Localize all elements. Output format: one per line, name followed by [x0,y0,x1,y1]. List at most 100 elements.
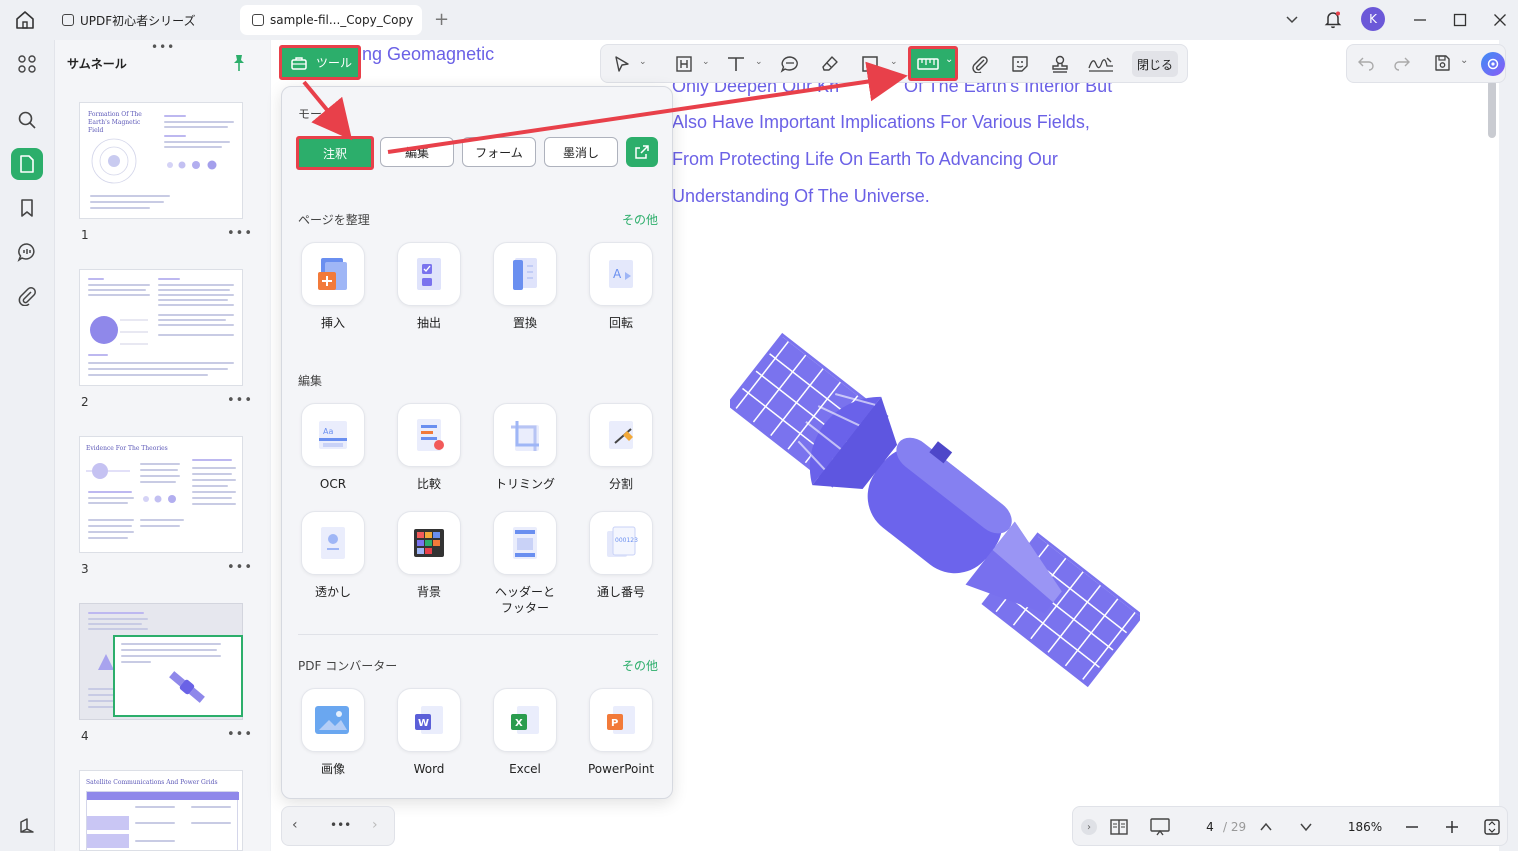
minimize-icon[interactable] [1407,8,1433,32]
ocr-tool-label: OCR [319,477,347,491]
zoom-out-icon[interactable] [1405,819,1419,838]
converter-more-link[interactable]: その他 [622,657,658,674]
insert-tool-tile[interactable] [301,242,365,306]
bates-number-tool-tile[interactable]: 000123 [589,511,653,575]
convert-image-label: 画像 [320,762,345,776]
doc-heading-fragment: ng Geomagnetic [362,44,495,64]
text-box-icon[interactable] [671,51,697,77]
layers-icon[interactable] [11,810,43,842]
background-tool-tile[interactable] [397,511,461,575]
page-layout-icon[interactable] [1109,818,1129,840]
chevron-down-icon[interactable]: ⌄ [755,57,763,67]
more-options-icon[interactable]: ••• [227,727,253,742]
toolbox-icon [291,56,307,70]
save-icon[interactable] [1433,54,1451,76]
chevron-down-icon[interactable]: ⌄ [890,57,898,67]
tools-button[interactable]: ツール [279,45,361,80]
excel-icon: X [511,706,539,734]
satellite-illustration [730,332,1140,688]
compare-tool-label: 比較 [416,477,441,491]
viewport-frame[interactable] [113,635,243,717]
undo-icon[interactable] [1357,55,1375,75]
chevron-right-icon[interactable]: › [372,817,378,833]
thumbnails-icon[interactable] [11,148,43,180]
chevron-left-icon[interactable]: ‹ [292,817,298,833]
zoom-level-field[interactable]: 186% [1339,814,1391,840]
globe-illustration [90,316,148,345]
maximize-icon[interactable] [1447,8,1473,32]
more-options-icon[interactable]: ••• [227,393,253,408]
rotate-tool-tile[interactable]: A [589,242,653,306]
crop-tool-tile[interactable] [493,403,557,467]
close-icon[interactable] [1487,8,1513,32]
bookmark-icon[interactable] [11,192,43,224]
avatar[interactable]: K [1361,7,1385,31]
chevron-down-icon[interactable]: ⌄ [639,57,647,67]
redo-icon[interactable] [1393,55,1411,75]
compare-tool-tile[interactable] [397,403,461,467]
convert-word-tile[interactable]: W [397,688,461,752]
doc-scrollbar[interactable] [1488,80,1496,138]
collapse-icon[interactable]: › [1081,819,1097,835]
next-page-icon[interactable] [1299,819,1313,838]
tab-sample-file[interactable]: sample-fil..._Copy_Copy [240,5,422,35]
convert-word-label: Word [413,762,445,776]
replace-tool-tile[interactable] [493,242,557,306]
header-footer-tool-tile[interactable] [493,511,557,575]
more-options-icon[interactable]: ••• [227,560,253,575]
chevron-down-icon[interactable]: ⌄ [1460,55,1468,66]
more-options-icon[interactable]: ••• [227,226,253,241]
new-tab-icon[interactable]: + [434,9,449,30]
search-icon[interactable] [11,104,43,136]
close-toolbar-button[interactable]: 閉じる [1132,51,1178,77]
mode-form-button[interactable]: フォーム [462,137,536,167]
ai-assistant-icon[interactable] [1481,52,1505,76]
previous-page-icon[interactable] [1259,819,1273,838]
tab-updf-series[interactable]: UPDF初心者シリーズ [50,5,230,35]
panel-drag-handle[interactable]: ••• [151,40,175,54]
svg-text:P: P [611,718,618,729]
page-thumbnail[interactable]: Evidence For The Theories [79,436,243,553]
signature-icon[interactable] [1085,51,1117,77]
note-icon[interactable] [777,51,803,77]
convert-image-tile[interactable] [301,688,365,752]
image-icon [315,706,349,734]
ocr-tool-tile[interactable]: Aa [301,403,365,467]
split-tool-tile[interactable] [589,403,653,467]
apps-icon[interactable] [11,48,43,80]
organize-more-link[interactable]: その他 [622,211,658,228]
mode-annotate-button[interactable]: 注釈 [296,136,374,170]
pin-icon[interactable] [231,54,247,76]
mode-redact-button[interactable]: 墨消し [544,137,618,167]
comment-icon[interactable] [11,236,43,268]
more-icon[interactable]: ••• [330,818,351,832]
split-tool-label: 分割 [608,477,633,491]
bell-icon[interactable] [1323,9,1343,33]
watermark-tool-tile[interactable] [301,511,365,575]
sticker-icon[interactable] [1007,51,1033,77]
shape-icon[interactable] [857,51,883,77]
mode-edit-button[interactable]: 編集 [380,137,454,167]
convert-excel-label: Excel [509,762,541,776]
page-number-field[interactable]: 4 [1195,814,1225,840]
text-tool-icon[interactable] [723,51,749,77]
attach-file-icon[interactable] [967,51,993,77]
chevron-down-icon[interactable] [1284,11,1300,31]
fit-page-icon[interactable] [1483,818,1501,840]
chevron-down-icon[interactable]: ⌄ [702,57,710,67]
extract-tool-tile[interactable] [397,242,461,306]
eraser-icon[interactable] [817,51,843,77]
presentation-icon[interactable] [1149,817,1171,841]
page-thumbnail[interactable]: Satellite Communications And Power Grids [79,770,243,851]
measure-tool-button[interactable]: ⌄ [908,46,958,81]
page-thumbnail[interactable]: Formation Of The Earth's Magnetic Field [79,102,243,219]
select-tool-icon[interactable] [609,51,635,77]
page-thumbnail[interactable] [79,269,243,386]
stamp-icon[interactable] [1047,51,1073,77]
attachment-icon[interactable] [11,280,43,312]
convert-powerpoint-tile[interactable]: P [589,688,653,752]
convert-excel-tile[interactable]: X [493,688,557,752]
open-external-button[interactable] [626,137,658,167]
zoom-in-icon[interactable] [1445,819,1459,838]
home-icon[interactable] [14,9,38,31]
